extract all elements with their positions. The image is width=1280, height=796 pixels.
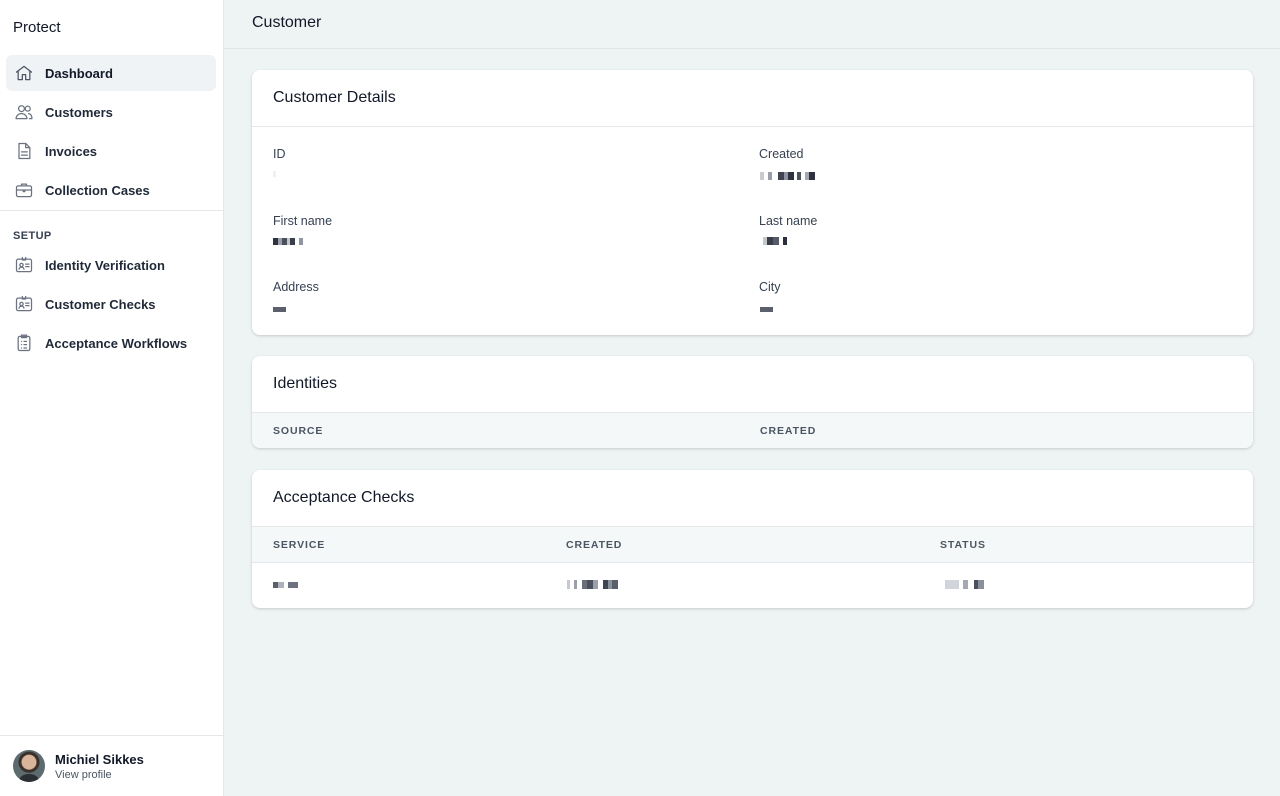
sidebar-item-label: Invoices [45, 143, 98, 159]
sidebar-item-label: Customers [45, 104, 113, 120]
redacted-value [273, 307, 286, 312]
city-label: City [759, 280, 781, 294]
sidebar-item-dashboard[interactable]: Dashboard [6, 55, 216, 91]
view-profile-link[interactable]: View profile [55, 769, 112, 781]
address-label: Address [273, 280, 319, 294]
sidebar-item-acceptance-workflows[interactable]: Acceptance Workflows [6, 325, 216, 361]
column-header-created: CREATED [760, 425, 817, 437]
sidebar-divider [0, 210, 223, 211]
customer-details-card: Customer Details ID Created First name L… [252, 70, 1253, 335]
sidebar-item-label: Customer Checks [45, 296, 156, 312]
identities-card: Identities SOURCE CREATED [252, 356, 1253, 448]
column-header-status: STATUS [940, 539, 986, 551]
acceptance-checks-card: Acceptance Checks SERVICE CREATED STATUS [252, 470, 1253, 608]
redacted-value [945, 580, 984, 589]
table-header: SOURCE CREATED [252, 413, 1253, 448]
sidebar-item-label: Dashboard [45, 65, 113, 81]
card-header: Acceptance Checks [252, 470, 1253, 527]
redacted-value [567, 580, 618, 589]
table-row[interactable] [252, 563, 1253, 608]
column-header-source: SOURCE [273, 425, 324, 437]
redacted-value [760, 172, 815, 180]
first-name-label: First name [273, 214, 333, 228]
users-icon [15, 105, 33, 120]
redacted-value [273, 171, 276, 177]
brand-name: Protect [13, 19, 61, 36]
table-header: SERVICE CREATED STATUS [252, 527, 1253, 563]
avatar [13, 750, 45, 782]
column-header-service: SERVICE [273, 539, 326, 551]
clipboard-list-icon [17, 334, 31, 352]
sidebar-item-identity-verification[interactable]: Identity Verification [6, 247, 216, 283]
card-title: Identities [273, 375, 338, 392]
sidebar: Protect Dashboard Customers Invoices Col… [0, 0, 224, 796]
card-header: Identities [252, 356, 1253, 413]
redacted-value [763, 237, 787, 245]
sidebar-item-customer-checks[interactable]: Customer Checks [6, 286, 216, 322]
card-header: Customer Details [252, 70, 1253, 127]
created-label: Created [759, 147, 804, 161]
redacted-value [273, 238, 303, 245]
sidebar-item-customers[interactable]: Customers [6, 94, 216, 130]
sidebar-item-label: Acceptance Workflows [45, 335, 188, 351]
sidebar-item-collection-cases[interactable]: Collection Cases [6, 172, 216, 208]
redacted-value [273, 582, 298, 588]
profile-name: Michiel Sikkes [55, 752, 144, 767]
card-title: Acceptance Checks [273, 489, 415, 506]
id-label: ID [273, 147, 286, 161]
sidebar-item-label: Collection Cases [45, 182, 150, 198]
id-card-icon [15, 256, 33, 273]
user-profile[interactable]: Michiel Sikkes View profile [0, 735, 223, 796]
setup-section-title: SETUP [13, 230, 52, 242]
column-header-created: CREATED [566, 539, 623, 551]
sidebar-item-label: Identity Verification [45, 257, 165, 273]
page-title: Customer [252, 14, 322, 31]
last-name-label: Last name [759, 214, 818, 228]
card-title: Customer Details [273, 89, 396, 106]
id-card-icon [15, 295, 33, 312]
document-icon [18, 142, 31, 160]
briefcase-icon [15, 183, 33, 198]
home-icon [15, 65, 33, 81]
redacted-value [760, 307, 773, 312]
sidebar-item-invoices[interactable]: Invoices [6, 133, 216, 169]
top-bar: Customer [224, 0, 1280, 49]
